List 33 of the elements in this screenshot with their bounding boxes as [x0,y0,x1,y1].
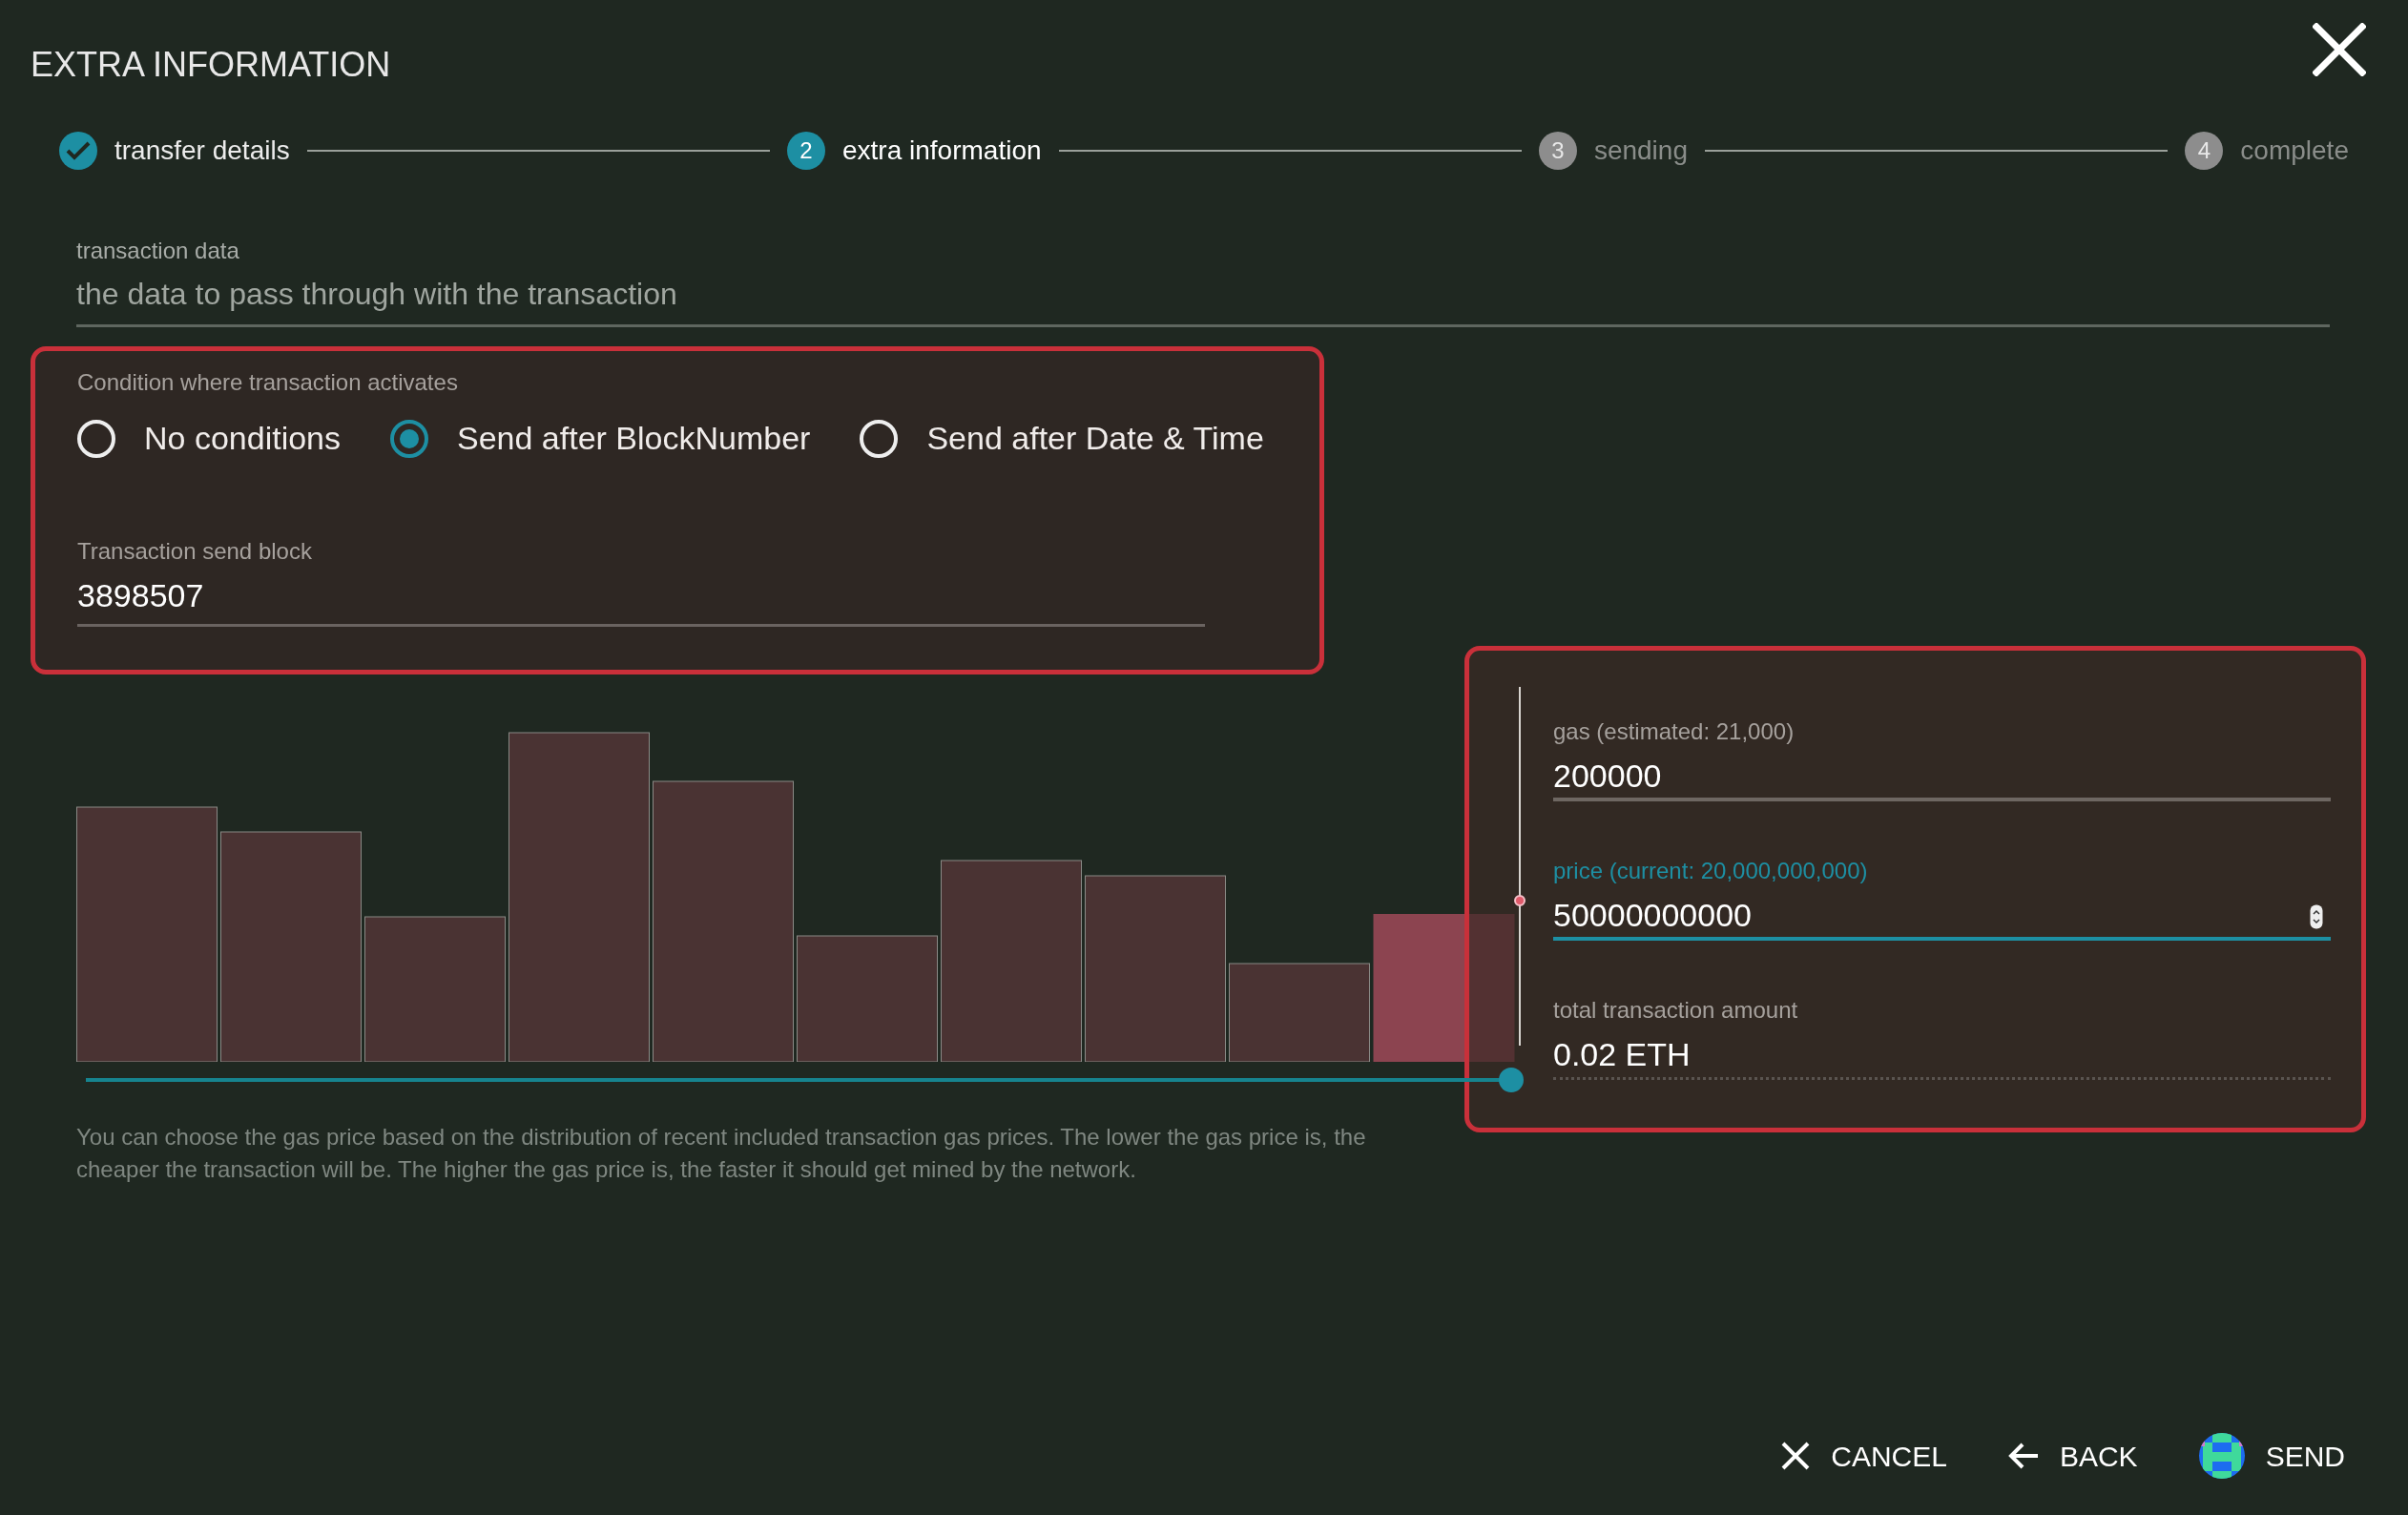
step-number: 3 [1538,132,1577,170]
step-number: 4 [2185,132,2224,170]
step-label[interactable]: complete [2240,131,2349,171]
checkmark-icon [66,140,91,161]
close-icon [2313,23,2366,76]
cancel-button[interactable]: CANCEL [1781,1434,1947,1478]
close-icon [1781,1442,1811,1470]
field-label: price (current: 20,000,000,000) [1553,857,1869,885]
back-button[interactable]: BACK [2007,1434,2138,1478]
gas-field[interactable]: 200000 [1553,758,2331,801]
condition-label: Condition where transaction activates [77,368,459,397]
radio-option[interactable]: Send after BlockNumber [390,414,811,463]
send-button[interactable]: SEND [2198,1433,2345,1479]
field-label: Transaction send block [77,537,313,566]
field-label: total transaction amount [1553,996,1799,1025]
step-number: 2 [787,132,825,170]
radio-option[interactable]: Send after Date & Time [860,414,1264,463]
close-button[interactable] [2311,21,2368,78]
field-label: transaction data [76,237,240,265]
identicon-icon [2198,1433,2245,1479]
dialog-title: EXTRA INFORMATION [31,44,391,86]
block-number-field[interactable]: 3898507 [77,566,1205,627]
total-field[interactable]: 0.02 ETH [1553,1036,2331,1080]
step-label[interactable]: sending [1593,131,1688,171]
arrow-left-icon [2007,1442,2039,1470]
gas-price-hint: You can choose the gas price based on the distribution of recent included transaction gas prices. The lower the gas price is, the cheaper the transaction will be. The higher the gas price is, the faster it should get mined by the network. [76,1123,1367,1184]
transaction-data-field[interactable]: the data to pass through with the transaction [76,265,2330,327]
field-label: gas (estimated: 21,000) [1553,717,1796,746]
price-field[interactable]: 50000000000 [1553,897,2331,941]
spinner-icon [2310,904,2323,929]
radio-option[interactable]: No conditions [77,414,341,463]
step-label[interactable]: extra information [842,131,1042,171]
step-label[interactable]: transfer details [114,131,290,171]
